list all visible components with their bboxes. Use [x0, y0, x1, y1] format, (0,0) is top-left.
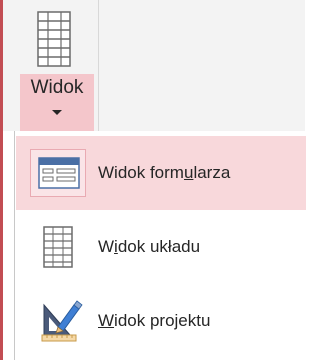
menu-item-label: Widok projektu [98, 311, 211, 330]
layout-view-icon [30, 223, 86, 271]
chevron-down-icon [52, 110, 62, 115]
ribbon-separator [98, 0, 99, 131]
menu-item-form-view[interactable]: Widok formularza [16, 136, 306, 210]
form-view-icon [30, 149, 86, 197]
datasheet-view-icon [34, 8, 74, 70]
menu-item-label: Widok układu [98, 237, 201, 256]
view-menu: Widok formularza Widok układu Widok proj… [14, 131, 306, 360]
view-button-dropdown[interactable]: Widok [20, 74, 94, 131]
menu-item-label: Widok formularza [98, 163, 231, 182]
ribbon: Widok [3, 0, 305, 131]
menu-item-design-view[interactable]: Widok projektu [16, 284, 306, 358]
view-dropdown-screen: Widok Widok formularza Widok układu Wido… [0, 0, 306, 360]
design-view-icon [30, 297, 86, 345]
view-button[interactable]: Widok [20, 0, 94, 131]
menu-item-layout-view[interactable]: Widok układu [16, 210, 306, 284]
view-button-label: Widok [30, 77, 84, 98]
